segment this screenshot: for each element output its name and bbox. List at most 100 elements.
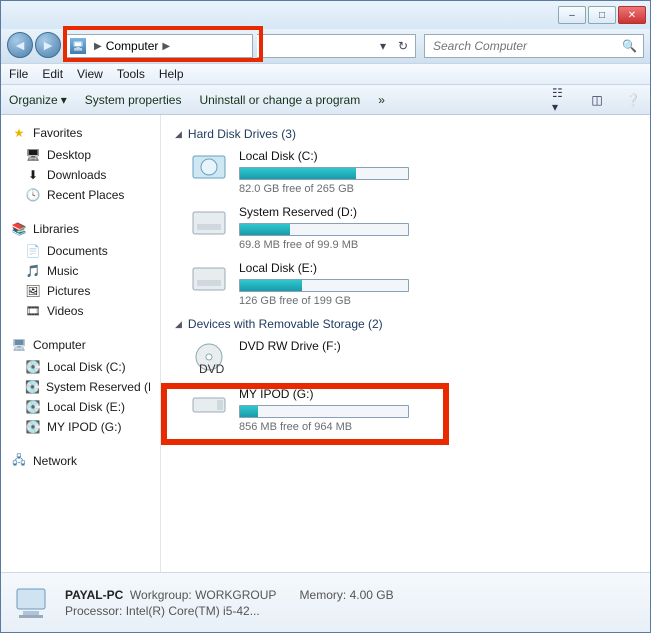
pictures-icon: 🖼 — [25, 283, 41, 299]
hdd-icon — [189, 205, 229, 241]
minimize-button[interactable]: – — [558, 6, 586, 24]
maximize-button[interactable]: □ — [588, 6, 616, 24]
hdd-icon — [189, 261, 229, 297]
drive-icon: 💽 — [25, 419, 41, 435]
title-bar: – □ ✕ — [1, 1, 650, 29]
removable-drive-icon — [189, 387, 229, 423]
sidebar: ★ Favorites 🖥Desktop ⬇Downloads 🕓Recent … — [1, 115, 161, 572]
drive-icon: 💽 — [25, 399, 41, 415]
drive-free: 126 GB free of 199 GB — [239, 295, 469, 307]
menu-tools[interactable]: Tools — [117, 67, 145, 81]
computer-label: Computer — [33, 338, 86, 352]
sidebar-libraries[interactable]: 📚 Libraries — [1, 219, 160, 241]
favorites-group: ★ Favorites 🖥Desktop ⬇Downloads 🕓Recent … — [1, 123, 160, 205]
dvd-icon: DVD — [189, 339, 229, 375]
network-label: Network — [33, 454, 77, 468]
downloads-icon: ⬇ — [25, 167, 41, 183]
menu-view[interactable]: View — [77, 67, 103, 81]
drive-free: 856 MB free of 964 MB — [239, 421, 469, 433]
sidebar-network[interactable]: 🖧 Network — [1, 451, 160, 473]
uninstall-button[interactable]: Uninstall or change a program — [199, 93, 360, 107]
sidebar-item-pictures[interactable]: 🖼Pictures — [1, 281, 160, 301]
drive-name: System Reserved (D:) — [239, 205, 469, 219]
sidebar-item-music[interactable]: 🎵Music — [1, 261, 160, 281]
sidebar-item-local-e[interactable]: 💽Local Disk (E:) — [1, 397, 160, 417]
section-hdd[interactable]: ◢ Hard Disk Drives (3) — [175, 127, 636, 141]
menu-file[interactable]: File — [9, 67, 28, 81]
drive-name: DVD RW Drive (F:) — [239, 339, 469, 353]
drive-icon: 💽 — [25, 359, 41, 375]
refresh-icon[interactable]: ↻ — [395, 38, 411, 54]
music-icon: 🎵 — [25, 263, 41, 279]
back-button[interactable]: ◄ — [7, 32, 33, 58]
libraries-label: Libraries — [33, 222, 79, 236]
body: ★ Favorites 🖥Desktop ⬇Downloads 🕓Recent … — [1, 115, 650, 572]
sidebar-item-local-c[interactable]: 💽Local Disk (C:) — [1, 357, 160, 377]
chevron-right-icon: ▶ — [94, 41, 102, 52]
network-group: 🖧 Network — [1, 451, 160, 473]
search-input[interactable] — [431, 38, 622, 54]
hdd-icon — [189, 149, 229, 185]
computer-icon: 🖥 — [70, 38, 86, 54]
computer-large-icon — [11, 581, 55, 625]
collapse-icon: ◢ — [175, 129, 182, 140]
menu-edit[interactable]: Edit — [42, 67, 63, 81]
sidebar-item-system-reserved[interactable]: 💽System Reserved (D:) — [1, 377, 160, 397]
toolbar: Organize ▾ System properties Uninstall o… — [1, 85, 650, 115]
search-icon: 🔍 — [622, 39, 637, 53]
usage-bar — [239, 223, 409, 236]
address-buttons: ▾ ↻ — [257, 34, 416, 58]
usage-bar — [239, 405, 409, 418]
sidebar-item-desktop[interactable]: 🖥Desktop — [1, 145, 160, 165]
drive-free: 82.0 GB free of 265 GB — [239, 183, 469, 195]
section-removable[interactable]: ◢ Devices with Removable Storage (2) — [175, 317, 636, 331]
nav-back-forward: ◄ ► — [7, 32, 61, 60]
collapse-icon: ◢ — [175, 319, 182, 330]
preview-pane-icon[interactable]: ◫ — [588, 91, 606, 109]
computer-icon: 🖥 — [11, 337, 27, 353]
view-options-icon[interactable]: ☷ ▾ — [552, 91, 570, 109]
recent-icon: 🕓 — [25, 187, 41, 203]
favorites-label: Favorites — [33, 126, 82, 140]
organize-button[interactable]: Organize ▾ — [9, 93, 67, 107]
chevron-right-icon: ▶ — [162, 41, 170, 52]
sidebar-item-videos[interactable]: 🎞Videos — [1, 301, 160, 321]
drive-ipod[interactable]: MY IPOD (G:) 856 MB free of 964 MB — [189, 387, 636, 433]
libraries-group: 📚 Libraries 📄Documents 🎵Music 🖼Pictures … — [1, 219, 160, 321]
desktop-icon: 🖥 — [25, 147, 41, 163]
computer-group: 🖥 Computer 💽Local Disk (C:) 💽System Rese… — [1, 335, 160, 437]
drive-name: Local Disk (E:) — [239, 261, 469, 275]
sidebar-item-downloads[interactable]: ⬇Downloads — [1, 165, 160, 185]
sidebar-item-documents[interactable]: 📄Documents — [1, 241, 160, 261]
star-icon: ★ — [11, 125, 27, 141]
address-bar[interactable]: 🖥 ▶ Computer ▶ — [65, 34, 253, 58]
details-pane: PAYAL-PC Workgroup: WORKGROUP Memory: 4.… — [1, 572, 650, 632]
explorer-window: – □ ✕ ◄ ► 🖥 ▶ Computer ▶ ▾ ↻ 🔍 File Edit… — [0, 0, 651, 633]
sidebar-item-ipod[interactable]: 💽MY IPOD (G:) — [1, 417, 160, 437]
main-panel: ◢ Hard Disk Drives (3) Local Disk (C:) 8… — [161, 115, 650, 572]
sidebar-favorites[interactable]: ★ Favorites — [1, 123, 160, 145]
menu-help[interactable]: Help — [159, 67, 184, 81]
menu-bar: File Edit View Tools Help — [1, 63, 650, 85]
drive-free: 69.8 MB free of 99.9 MB — [239, 239, 469, 251]
help-icon[interactable]: ❔ — [624, 91, 642, 109]
search-box[interactable]: 🔍 — [424, 34, 644, 58]
libraries-icon: 📚 — [11, 221, 27, 237]
drive-local-e[interactable]: Local Disk (E:) 126 GB free of 199 GB — [189, 261, 636, 307]
sidebar-computer[interactable]: 🖥 Computer — [1, 335, 160, 357]
forward-button[interactable]: ► — [35, 32, 61, 58]
videos-icon: 🎞 — [25, 303, 41, 319]
section-removable-title: Devices with Removable Storage (2) — [188, 317, 383, 331]
details-text: PAYAL-PC Workgroup: WORKGROUP Memory: 4.… — [65, 588, 394, 618]
more-button[interactable]: » — [378, 93, 385, 107]
drive-system-reserved[interactable]: System Reserved (D:) 69.8 MB free of 99.… — [189, 205, 636, 251]
drive-dvd[interactable]: DVD DVD RW Drive (F:) — [189, 339, 636, 375]
breadcrumb-location: Computer — [106, 39, 159, 53]
documents-icon: 📄 — [25, 243, 41, 259]
drive-local-c[interactable]: Local Disk (C:) 82.0 GB free of 265 GB — [189, 149, 636, 195]
sidebar-item-recent[interactable]: 🕓Recent Places — [1, 185, 160, 205]
usage-bar — [239, 279, 409, 292]
system-properties-button[interactable]: System properties — [85, 93, 182, 107]
close-button[interactable]: ✕ — [618, 6, 646, 24]
dropdown-icon[interactable]: ▾ — [375, 38, 391, 54]
